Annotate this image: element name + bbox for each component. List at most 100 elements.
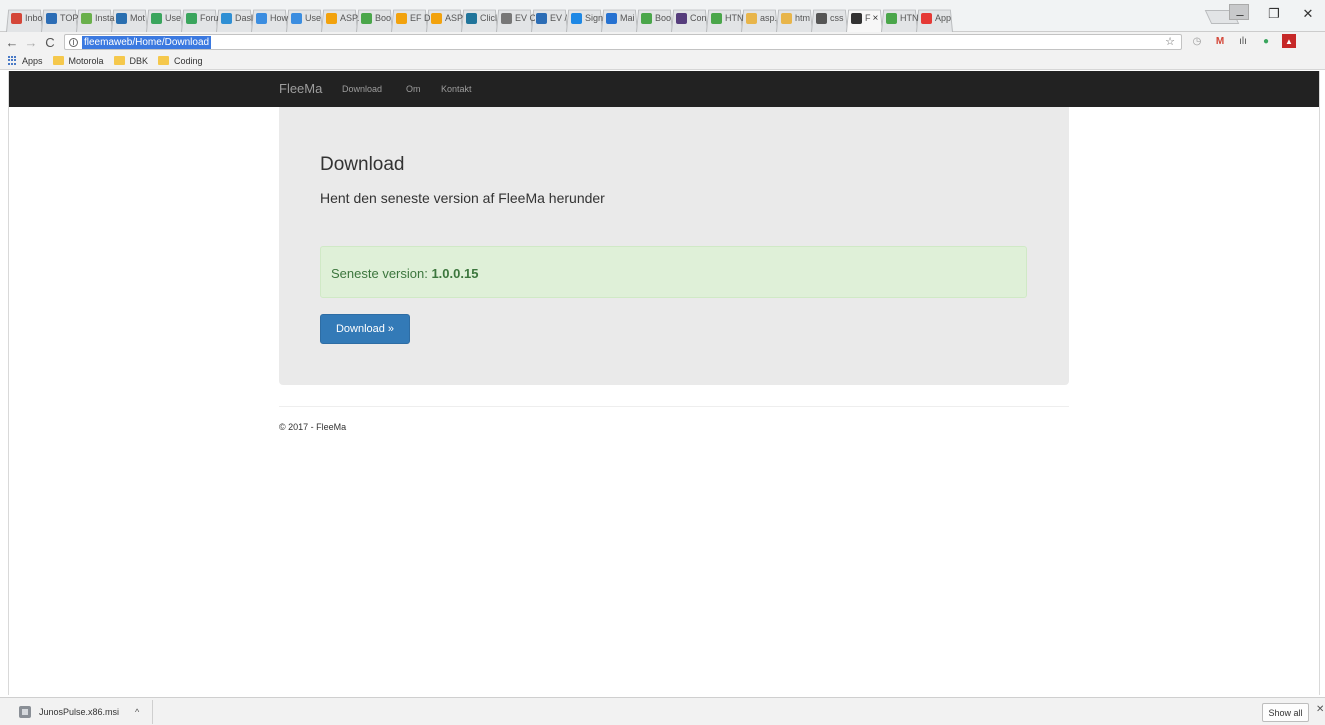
site-icon [81, 12, 92, 24]
outlook-icon [606, 12, 617, 24]
tab-label: Use [165, 13, 182, 23]
site-icon [746, 12, 757, 24]
tab-label: EF D [410, 13, 430, 23]
version-label: Seneste version: [331, 266, 432, 281]
tab-label: HTN [900, 13, 919, 23]
download-item[interactable]: JunosPulse.x86.msi ^ [19, 703, 139, 721]
bootstrap-icon [676, 12, 687, 24]
tab-label: HTN [725, 13, 744, 23]
folder-icon [113, 56, 125, 65]
window-controls: – ❐ ✕ [1223, 0, 1325, 28]
site-navbar: FleeMa Download Om Kontakt [9, 71, 1319, 107]
site-icon [46, 12, 57, 24]
minimize-button[interactable]: – [1223, 0, 1257, 28]
nav-link-om[interactable]: Om [406, 84, 421, 94]
tab-strip: Inbo TOP Insta Mot Use Foru Dasl How Use ASP. Boo E… [0, 0, 1325, 32]
divider [279, 406, 1069, 407]
chevron-up-icon[interactable]: ^ [135, 707, 139, 717]
tab[interactable]: App [914, 4, 955, 32]
nav-link-download[interactable]: Download [342, 84, 382, 94]
tab-label: htm [795, 13, 811, 23]
gmail-extension-icon[interactable]: M [1213, 34, 1227, 48]
wordpress-icon [466, 12, 477, 24]
site-icon [431, 12, 442, 24]
installer-file-icon [19, 706, 31, 718]
site-icon [781, 12, 792, 24]
timer-extension-icon[interactable]: ◷ [1190, 34, 1204, 48]
tab-label: css [830, 13, 844, 23]
app-icon [851, 12, 862, 24]
page-viewport: FleeMa Download Om Kontakt Download Hent… [8, 71, 1320, 695]
shelf-divider [152, 700, 153, 724]
tab-label: Foru [200, 13, 219, 23]
address-bar[interactable]: i fleemaweb/Home/Download ☆ [64, 34, 1182, 50]
version-text: Seneste version: 1.0.0.15 [331, 266, 478, 281]
site-icon [256, 12, 267, 24]
brand-link[interactable]: FleeMa [279, 81, 322, 96]
url-text[interactable]: fleemaweb/Home/Download [82, 35, 212, 49]
calendar-icon [116, 12, 127, 24]
site-icon [151, 12, 162, 24]
tab-label: How [270, 13, 289, 23]
document-icon [501, 12, 512, 24]
bookmark-star-icon[interactable]: ☆ [1165, 35, 1175, 48]
version-alert: Seneste version: 1.0.0.15 [320, 246, 1027, 298]
bookmark-apps[interactable]: Apps [8, 55, 43, 66]
tab-label: ASP. [340, 13, 360, 23]
bookmark-label: DBK [129, 55, 149, 66]
site-icon [326, 12, 337, 24]
site-icon [396, 12, 407, 24]
reload-icon[interactable]: C [43, 34, 57, 50]
close-window-button[interactable]: ✕ [1291, 0, 1325, 28]
windows-icon [571, 12, 582, 24]
back-arrow-icon[interactable]: ← [5, 34, 19, 50]
site-icon [186, 12, 197, 24]
tab-label: Mot [130, 13, 146, 23]
info-icon[interactable]: i [69, 37, 78, 47]
tab-label: Con [690, 13, 707, 23]
folder-icon [158, 56, 170, 65]
nav-link-kontakt[interactable]: Kontakt [441, 84, 472, 94]
bookmark-label: Motorola [68, 55, 104, 66]
site-icon [641, 12, 652, 24]
page-title: Download [320, 154, 405, 175]
site-icon [711, 12, 722, 24]
bookmark-motorola[interactable]: Motorola [52, 55, 104, 66]
tab-list: Inbo TOP Insta Mot Use Foru Dasl How Use ASP. Boo E… [4, 4, 951, 32]
record-icon [921, 12, 932, 24]
lead-text: Hent den seneste version af FleeMa herun… [320, 190, 605, 206]
tab-label: Use [305, 13, 322, 23]
tab-label: Boo [375, 13, 392, 23]
bookmark-label: Apps [22, 55, 43, 66]
show-all-button[interactable]: Show all [1262, 703, 1309, 722]
close-shelf-icon[interactable]: ✕ [1316, 704, 1324, 715]
tab-label: EV / [550, 13, 568, 23]
forward-arrow-icon[interactable]: → [24, 34, 38, 50]
tab-label: Dasl [235, 13, 254, 23]
gmail-icon [11, 12, 22, 24]
bookmark-coding[interactable]: Coding [158, 56, 203, 66]
tab-label: Mai [620, 13, 635, 23]
tab-label: asp. [760, 13, 778, 23]
tab-close-icon[interactable]: × [873, 13, 879, 24]
tab-label: Insta [95, 13, 115, 23]
site-icon [816, 12, 827, 24]
bookmarks-bar: Apps Motorola DBK Coding [0, 52, 1325, 70]
site-icon [536, 12, 547, 24]
chat-extension-icon[interactable]: ● [1259, 34, 1273, 48]
site-icon [291, 12, 302, 24]
tab-label: TOP [60, 13, 79, 23]
version-number: 1.0.0.15 [431, 266, 479, 281]
tab-label: App [935, 13, 952, 23]
download-button[interactable]: Download » [320, 314, 410, 344]
pdf-extension-icon[interactable]: ▲ [1282, 34, 1296, 48]
extension-icons: ◷ M ılı ● ▲ [1190, 34, 1296, 48]
maximize-button[interactable]: ❐ [1257, 0, 1291, 28]
tab-label: Boo [655, 13, 672, 23]
audio-extension-icon[interactable]: ılı [1236, 34, 1250, 48]
bookmark-dbk[interactable]: DBK [113, 55, 149, 66]
jumbotron: Download Hent den seneste version af Fle… [279, 107, 1069, 385]
tab-label: EV C [515, 13, 535, 23]
footer-text: © 2017 - FleeMa [279, 422, 347, 432]
tab-label: ASP [445, 13, 464, 23]
